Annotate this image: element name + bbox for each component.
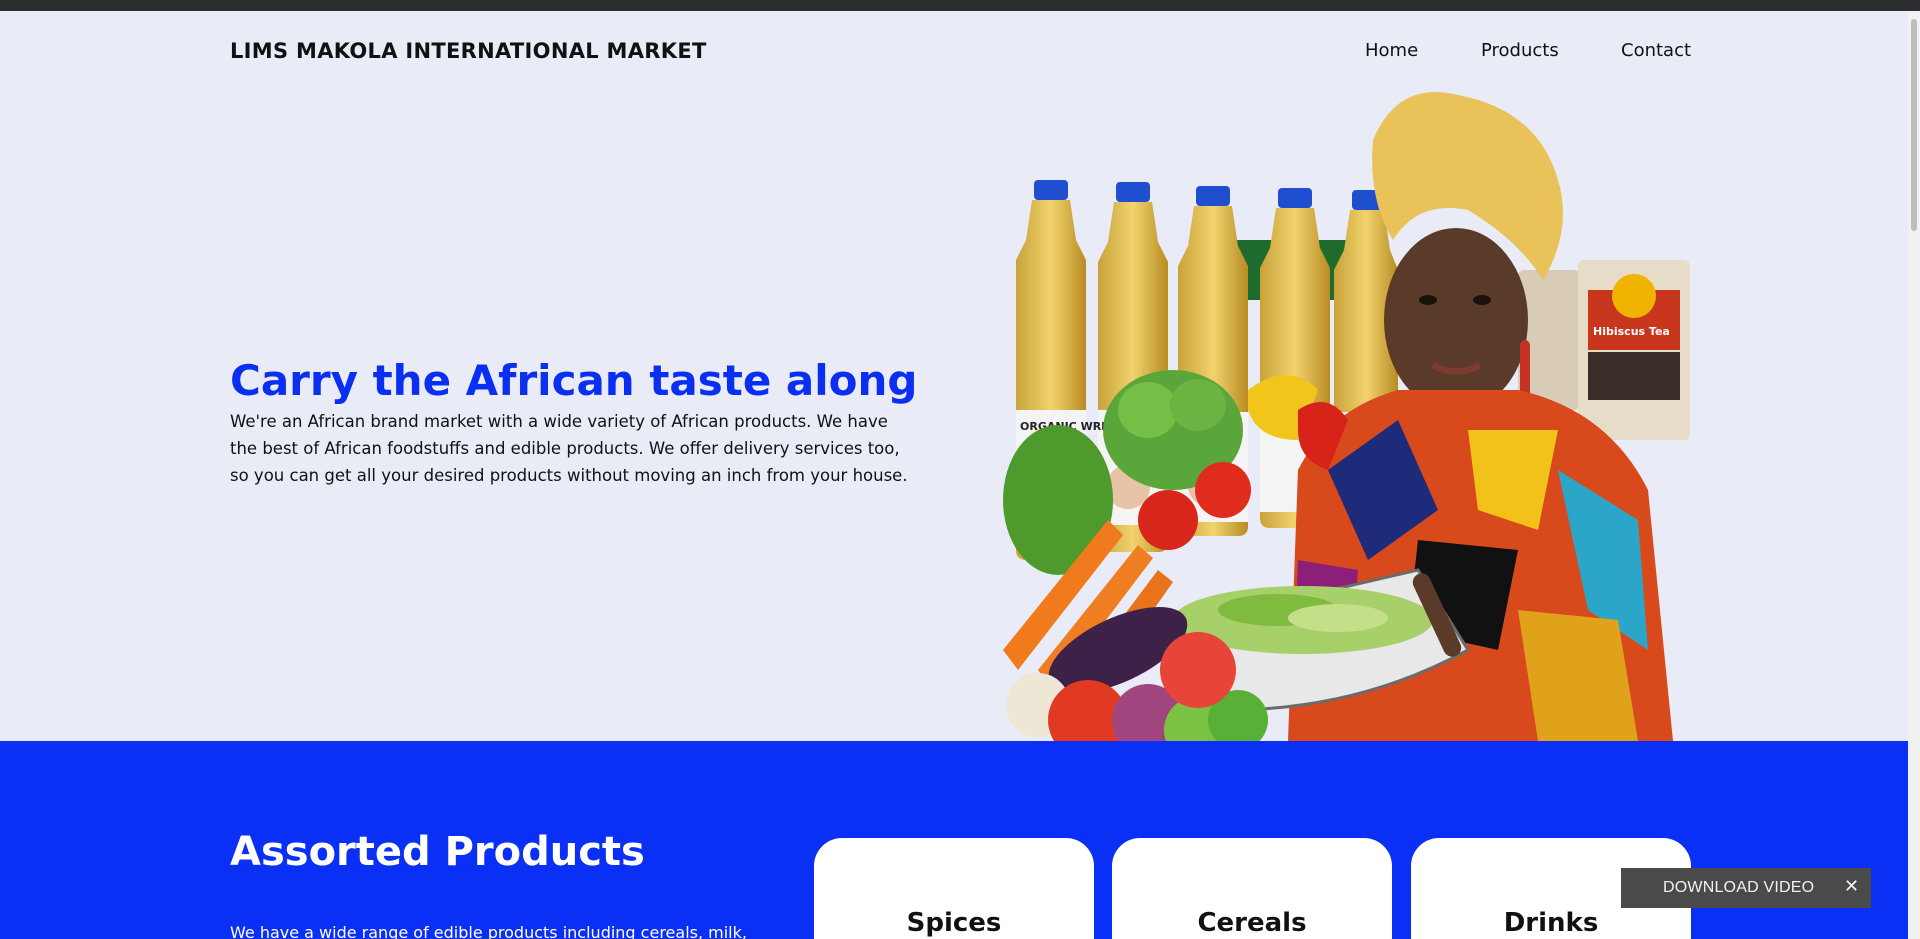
category-card-label: Drinks <box>1503 908 1599 938</box>
hero-title: Carry the African taste along <box>230 356 918 405</box>
category-card-cereals[interactable]: Cereals <box>1112 838 1392 939</box>
category-card-label: Cereals <box>1197 908 1307 938</box>
brand-title[interactable]: LIMS MAKOLA INTERNATIONAL MARKET <box>230 39 707 63</box>
download-video-button[interactable]: DOWNLOAD VIDEO <box>1663 879 1814 897</box>
assorted-description: We have a wide range of edible products … <box>230 923 747 939</box>
hero-description: We're an African brand market with a wid… <box>230 412 908 485</box>
hero-illustration: ORGANIC WREWRE Hibiscus Tea <box>1003 92 1690 741</box>
nav-link-contact[interactable]: Contact <box>1621 40 1691 61</box>
hero-image: ORGANIC WREWRE Hibiscus Tea <box>998 90 1690 741</box>
site-header: LIMS MAKOLA INTERNATIONAL MARKET Home Pr… <box>0 11 1908 91</box>
nav-link-home[interactable]: Home <box>1365 40 1418 61</box>
browser-bookmarks-strip <box>0 0 1920 11</box>
close-icon[interactable]: ✕ <box>1844 876 1859 897</box>
download-video-overlay[interactable]: DOWNLOAD VIDEO ✕ <box>1621 868 1871 908</box>
assorted-products-section: Assorted Products We have a wide range o… <box>0 741 1908 939</box>
category-card-spices[interactable]: Spices <box>814 838 1094 939</box>
tea-label: Hibiscus Tea <box>1593 325 1670 338</box>
nav-link-products[interactable]: Products <box>1481 40 1559 61</box>
assorted-title: Assorted Products <box>230 829 645 875</box>
category-card-label: Spices <box>906 908 1002 938</box>
scrollbar-thumb[interactable] <box>1911 19 1917 231</box>
page-scrollbar[interactable] <box>1908 11 1920 939</box>
